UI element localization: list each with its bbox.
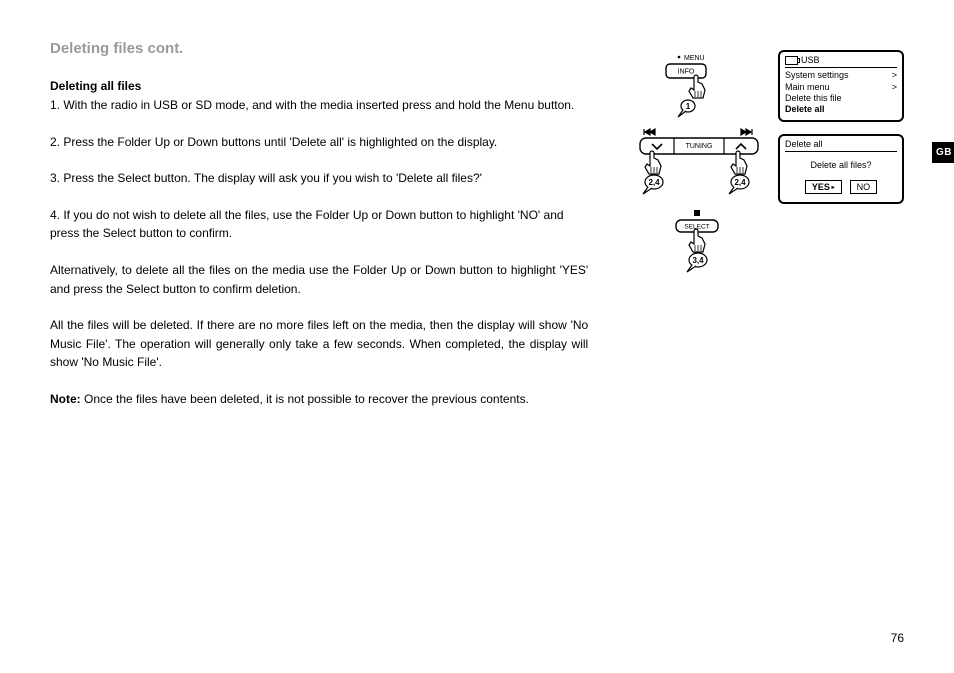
tuning-label: TUNING bbox=[686, 143, 713, 150]
note-paragraph: Note: Once the files have been deleted, … bbox=[50, 390, 588, 409]
menu-line-2: Main menu bbox=[785, 82, 830, 93]
menu-line-4-selected: Delete all bbox=[785, 104, 825, 115]
info-button-label: INFO bbox=[678, 69, 695, 76]
lcd-screen-confirm: Delete all Delete all files? YES ▸ NO bbox=[778, 134, 904, 204]
confirm-header: Delete all bbox=[785, 139, 897, 152]
chevron-right-icon: > bbox=[892, 82, 897, 93]
menu-line-1: System settings bbox=[785, 70, 849, 81]
section-subtitle: Deleting all files bbox=[50, 79, 588, 93]
tuning-buttons-diagram: TUNING 2,4 bbox=[634, 124, 764, 204]
info-callout: 1 bbox=[686, 102, 691, 111]
step-2: 2. Press the Folder Up or Down buttons u… bbox=[50, 133, 588, 152]
menu-label: MENU bbox=[684, 55, 705, 62]
usb-icon bbox=[785, 56, 798, 65]
select-callout: 3,4 bbox=[692, 256, 704, 265]
menu-line-3: Delete this file bbox=[785, 93, 842, 104]
no-option: NO bbox=[850, 180, 878, 194]
page-number: 76 bbox=[891, 631, 904, 645]
left-callout: 2,4 bbox=[648, 178, 660, 187]
confirm-question: Delete all files? bbox=[785, 160, 897, 170]
page-title: Deleting files cont. bbox=[50, 40, 588, 57]
result-paragraph: All the files will be deleted. If there … bbox=[50, 316, 588, 372]
step-3: 3. Press the Select button. The display … bbox=[50, 169, 588, 188]
note-label: Note: bbox=[50, 392, 81, 406]
lcd-screen-menu: USB System settings > Main menu > Delete t… bbox=[778, 50, 904, 122]
note-text: Once the files have been deleted, it is … bbox=[81, 392, 529, 406]
controls-diagram: MENU INFO 1 bbox=[634, 50, 764, 280]
menu-button-diagram: MENU INFO 1 bbox=[644, 50, 754, 120]
lcd-header-label: USB bbox=[801, 55, 820, 66]
chevron-right-icon: > bbox=[892, 70, 897, 81]
alt-paragraph: Alternatively, to delete all the files o… bbox=[50, 261, 588, 298]
right-callout: 2,4 bbox=[734, 178, 746, 187]
language-tab-gb: GB bbox=[932, 142, 954, 163]
step-1: 1. With the radio in USB or SD mode, and… bbox=[50, 96, 588, 115]
step-4: 4. If you do not wish to delete all the … bbox=[50, 206, 588, 243]
yes-option: YES ▸ bbox=[805, 180, 842, 194]
select-button-diagram: SELECT 3,4 bbox=[654, 208, 744, 280]
